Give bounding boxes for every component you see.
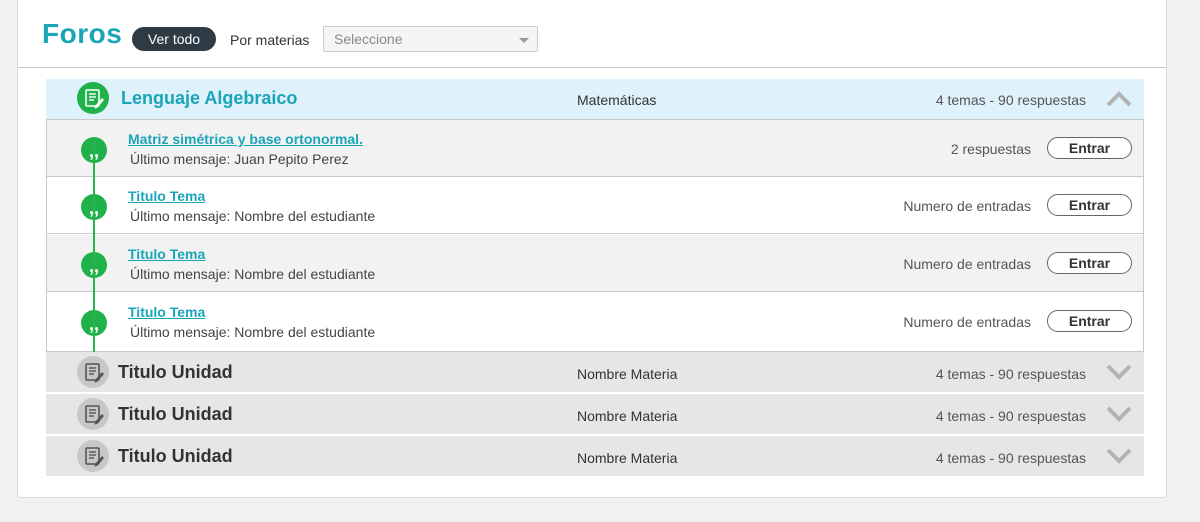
- topic-row: ,, Titulo Tema Último mensaje: Nombre de…: [47, 177, 1143, 234]
- chevron-down-icon[interactable]: [1106, 448, 1132, 464]
- unit-row-open[interactable]: Lenguaje Algebraico Matemáticas 4 temas …: [46, 79, 1144, 119]
- topic-title-link[interactable]: Titulo Tema: [128, 304, 205, 320]
- unit-name: Lenguaje Algebraico: [121, 88, 298, 108]
- enter-button[interactable]: Entrar: [1047, 252, 1132, 274]
- topic-count: Numero de entradas: [903, 256, 1031, 272]
- edit-document-icon: [77, 82, 109, 114]
- topic-row: ,, Titulo Tema Último mensaje: Nombre de…: [47, 235, 1143, 292]
- chevron-up-icon[interactable]: [1106, 91, 1132, 107]
- topic-last-message: Último mensaje: Nombre del estudiante: [130, 324, 376, 340]
- unit-stats: 4 temas - 90 respuestas: [935, 92, 1086, 108]
- topic-row: ,, Titulo Tema Último mensaje: Nombre de…: [47, 293, 1143, 350]
- forums-header: Foros Ver todo Por materias Seleccione: [18, 0, 1166, 68]
- caret-down-icon: [519, 38, 529, 43]
- unit-stats: 4 temas - 90 respuestas: [935, 408, 1086, 424]
- unit-subject: Nombre Materia: [577, 408, 678, 424]
- edit-document-icon: [77, 356, 109, 388]
- edit-document-icon: [77, 398, 109, 430]
- unit-row-collapsed[interactable]: Titulo Unidad Nombre Materia 4 temas - 9…: [46, 436, 1144, 476]
- unit-name: Titulo Unidad: [118, 404, 233, 424]
- view-all-button[interactable]: Ver todo: [132, 27, 216, 51]
- chevron-down-icon[interactable]: [1106, 406, 1132, 422]
- unit-row-collapsed[interactable]: Titulo Unidad Nombre Materia 4 temas - 9…: [46, 394, 1144, 434]
- unit-stats: 4 temas - 90 respuestas: [935, 450, 1086, 466]
- topic-count: Numero de entradas: [903, 314, 1031, 330]
- topic-count: 2 respuestas: [950, 141, 1031, 157]
- enter-button[interactable]: Entrar: [1047, 310, 1132, 332]
- unit-stats: 4 temas - 90 respuestas: [935, 366, 1086, 382]
- chevron-down-icon[interactable]: [1106, 364, 1132, 380]
- topic-title-link[interactable]: Titulo Tema: [128, 188, 205, 204]
- unit-row-collapsed[interactable]: Titulo Unidad Nombre Materia 4 temas - 9…: [46, 352, 1144, 392]
- filter-label: Por materias: [230, 32, 310, 48]
- enter-button[interactable]: Entrar: [1047, 194, 1132, 216]
- select-placeholder: Seleccione: [334, 31, 403, 47]
- forums-panel: Foros Ver todo Por materias Seleccione L…: [17, 0, 1167, 498]
- unit-name: Titulo Unidad: [118, 362, 233, 382]
- enter-button[interactable]: Entrar: [1047, 137, 1132, 159]
- topic-last-message: Último mensaje: Nombre del estudiante: [130, 208, 376, 224]
- topic-row: ,, Matriz simétrica y base ortonormal. Ú…: [47, 120, 1143, 177]
- topic-title-link[interactable]: Titulo Tema: [128, 246, 205, 262]
- topic-list: ,, Matriz simétrica y base ortonormal. Ú…: [46, 119, 1144, 352]
- page-title: Foros: [42, 18, 123, 49]
- unit-subject: Nombre Materia: [577, 450, 678, 466]
- subject-select[interactable]: Seleccione: [323, 26, 538, 52]
- unit-name: Titulo Unidad: [118, 446, 233, 466]
- topic-count: Numero de entradas: [903, 198, 1031, 214]
- topic-last-message: Último mensaje: Juan Pepito Perez: [130, 151, 349, 167]
- topic-timeline: [93, 140, 95, 352]
- unit-subject: Matemáticas: [577, 92, 657, 108]
- topic-last-message: Último mensaje: Nombre del estudiante: [130, 266, 376, 282]
- topic-title-link[interactable]: Matriz simétrica y base ortonormal.: [128, 131, 363, 147]
- edit-document-icon: [77, 440, 109, 472]
- unit-subject: Nombre Materia: [577, 366, 678, 382]
